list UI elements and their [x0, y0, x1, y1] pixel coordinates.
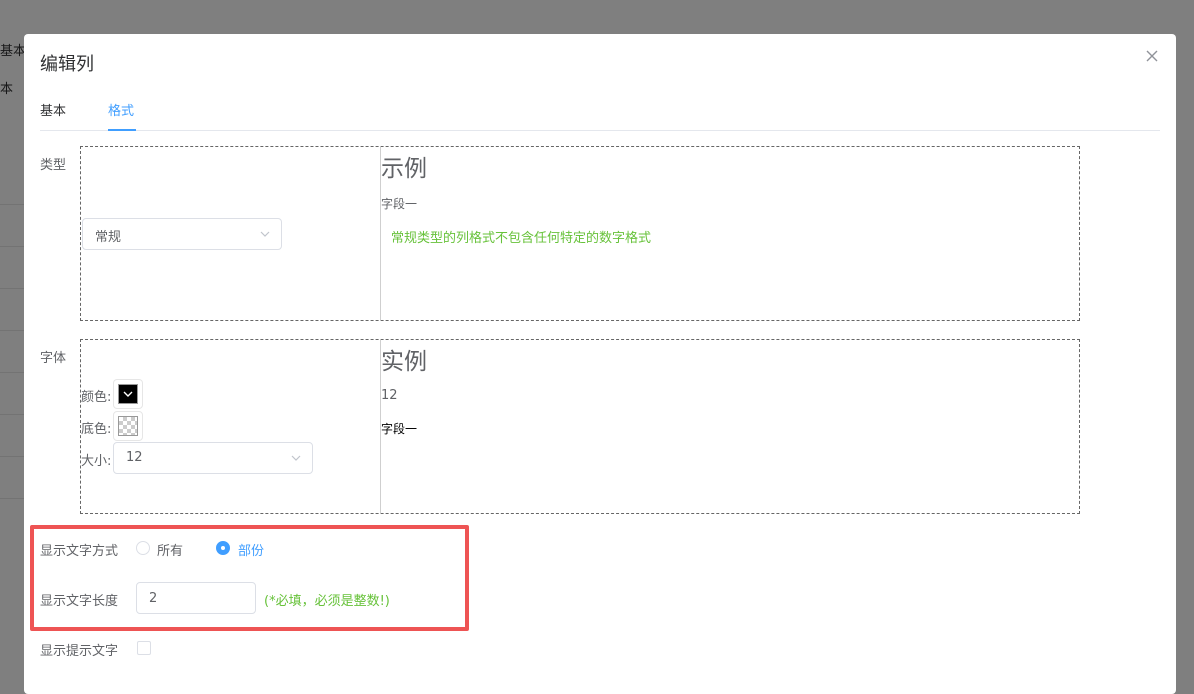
sample-field-text: 字段一 [381, 197, 418, 211]
font-color-label: 颜色: [81, 390, 112, 405]
dialog-title: 编辑列 [40, 54, 94, 75]
font-label: 字体 [40, 351, 67, 366]
type-select[interactable]: 常规 [82, 218, 282, 250]
type-label: 类型 [40, 158, 67, 173]
font-size-label: 大小: [81, 454, 112, 469]
font-size-value: 12 [126, 450, 143, 465]
bg-color-picker[interactable] [113, 411, 143, 441]
chevron-down-icon [290, 452, 302, 464]
edit-column-dialog: 编辑列 基本 格式 类型 常规 示例 字段一 常规类型的列格式不包含任何特定的数… [24, 34, 1176, 694]
active-tab-indicator [108, 129, 136, 131]
tab-basic[interactable]: 基本 [40, 100, 66, 119]
show-tooltip-label: 显示提示文字 [40, 644, 119, 659]
font-size-preview: 12 [381, 388, 398, 403]
highlight-annotation [30, 525, 469, 631]
type-box: 常规 示例 字段一 常规类型的列格式不包含任何特定的数字格式 [80, 146, 1080, 321]
tab-format[interactable]: 格式 [108, 100, 134, 119]
tab-bar: 基本 格式 [40, 100, 1160, 131]
chevron-down-icon [259, 228, 271, 240]
example-title: 示例 [381, 156, 427, 182]
font-color-picker[interactable] [113, 379, 143, 409]
type-select-value: 常规 [95, 230, 122, 245]
font-color-swatch [118, 384, 138, 404]
font-size-select[interactable]: 12 [113, 442, 313, 474]
font-example-title: 实例 [381, 349, 427, 375]
show-tooltip-checkbox[interactable] [137, 641, 151, 655]
font-box: 颜色: 底色: 大小: 12 实例 12 字段一 [80, 339, 1080, 514]
bg-color-swatch [118, 416, 138, 436]
bg-color-label: 底色: [81, 422, 112, 437]
close-icon[interactable] [1144, 48, 1160, 64]
chevron-down-icon [123, 391, 133, 397]
font-sample-field: 字段一 [381, 422, 418, 436]
type-hint-text: 常规类型的列格式不包含任何特定的数字格式 [391, 231, 652, 246]
